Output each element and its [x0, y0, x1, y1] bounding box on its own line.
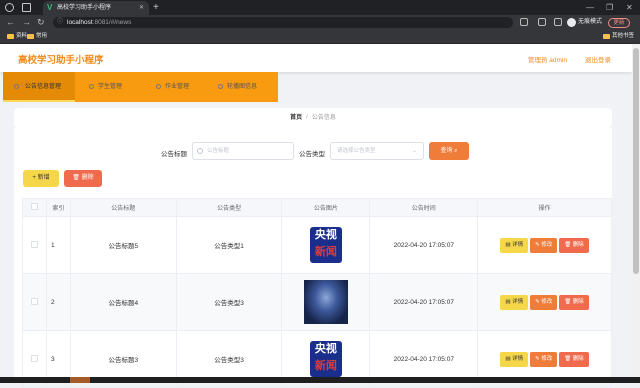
table-row: 1 公告标题5 公告类型1 央视 新闻 2022-04-20 17:05:07 ▤… — [22, 216, 612, 274]
cctv-news-logo-image: 央视 新闻 — [303, 337, 348, 381]
menu-item-notice[interactable]: 公告信息管理 — [3, 72, 75, 102]
vue-favicon-icon: V — [47, 3, 53, 12]
menu-dot-icon — [14, 84, 19, 89]
menu-dot-icon — [156, 84, 161, 89]
col-time: 公告时间 — [369, 198, 479, 217]
bookmark-folder-ziliao[interactable]: 资料 — [7, 30, 27, 43]
back-icon[interactable]: ← — [6, 15, 15, 30]
menu-dot-icon — [218, 84, 223, 89]
stage-photo-image — [303, 280, 348, 324]
row-type: 公告类型3 — [175, 273, 283, 331]
minimize-icon[interactable]: — — [586, 0, 594, 15]
maximize-icon[interactable]: ❐ — [606, 0, 613, 15]
menu-dot-icon — [89, 84, 94, 89]
menu-item-carousel[interactable]: 轮播图信息 — [218, 72, 257, 102]
query-button[interactable]: 查询 ⌕ — [429, 142, 469, 160]
incognito-label: 无痕模式 — [578, 19, 603, 25]
bookmark-star-icon[interactable] — [538, 18, 546, 26]
title-search-label: 公告标题 — [161, 151, 187, 158]
batch-delete-button[interactable]: 🗑 删除 — [64, 170, 102, 187]
type-select-label: 公告类型 — [299, 151, 325, 158]
row-type: 公告类型1 — [175, 216, 283, 274]
forward-icon[interactable]: → — [22, 15, 31, 30]
col-index: 索引 — [45, 198, 71, 217]
row-title: 公告标题4 — [69, 273, 177, 331]
admin-label: 管理员 admin — [528, 57, 568, 64]
browser-tab[interactable]: V 高校学习助手小程序 ✕ — [43, 1, 149, 15]
incognito-icon — [567, 18, 576, 27]
browser-tab-bar: V 高校学习助手小程序 ✕ + — ❐ ✕ — [0, 0, 640, 15]
row-index: 2 — [45, 273, 71, 331]
tab-close-icon[interactable]: ✕ — [139, 1, 144, 15]
search-icon: ⌕ — [454, 148, 458, 154]
key-icon[interactable] — [520, 18, 528, 26]
select-all-cell — [22, 198, 47, 217]
row-checkbox[interactable] — [30, 354, 38, 362]
row-time: 2022-04-20 17:05:07 — [369, 216, 479, 274]
window-close-icon[interactable]: ✕ — [626, 0, 633, 15]
bookmarks-bar: 资料 常用 其他书签 — [0, 30, 640, 44]
row-time: 2022-04-20 17:05:07 — [369, 273, 479, 331]
browser-icon[interactable] — [5, 3, 14, 12]
detail-button[interactable]: ▤ 详情 — [500, 351, 529, 367]
row-title: 公告标题5 — [69, 216, 177, 274]
url-input[interactable]: ⓘ localhost:8081/#/news — [53, 17, 513, 28]
detail-button[interactable]: ▤ 详情 — [500, 237, 529, 253]
app-header: 高校学习助手小程序 管理员 admin 退出登录 — [0, 44, 632, 72]
tab-list-icon[interactable] — [22, 3, 31, 12]
edit-button[interactable]: ✎ 修改 — [530, 237, 558, 253]
breadcrumb-current: 公告信息 — [311, 115, 336, 121]
col-type: 公告类型 — [175, 198, 283, 217]
delete-button[interactable]: 🗑 删除 — [559, 237, 589, 253]
folder-icon — [7, 34, 14, 39]
app-title: 高校学习助手小程序 — [18, 55, 104, 66]
page-scrollbar[interactable] — [632, 44, 640, 383]
search-icon — [197, 148, 203, 154]
other-bookmarks[interactable]: 其他书签 — [603, 30, 634, 43]
title-search-input[interactable]: 公告标题 — [192, 142, 294, 160]
detail-button[interactable]: ▤ 详情 — [500, 294, 529, 310]
chevron-down-icon: ⌄ — [411, 148, 417, 154]
update-button[interactable]: 更新 — [608, 18, 630, 28]
row-index: 1 — [45, 216, 71, 274]
menu-item-homework[interactable]: 作业管理 — [156, 72, 189, 102]
menu-item-students[interactable]: 学生管理 — [89, 72, 122, 102]
table-header-row: 索引 公告标题 公告类型 公告图片 公告时间 操作 — [22, 198, 612, 217]
os-taskbar — [0, 377, 640, 383]
logout-link[interactable]: 退出登录 — [585, 54, 611, 64]
folder-icon — [27, 34, 34, 39]
type-select[interactable]: 请选择公告类型 ⌄ — [330, 142, 424, 160]
tab-title: 高校学习助手小程序 — [57, 5, 112, 11]
incognito-indicator[interactable]: 无痕模式 — [567, 17, 602, 28]
table-row: 2 公告标题4 公告类型3 2022-04-20 17:05:07 ▤ 详情 ✎ … — [22, 273, 612, 331]
reload-icon[interactable]: ↻ — [37, 15, 45, 30]
new-tab-icon[interactable]: + — [153, 1, 159, 14]
col-image: 公告图片 — [281, 198, 371, 217]
breadcrumb-home[interactable]: 首页 — [290, 115, 302, 121]
delete-button[interactable]: 🗑 删除 — [559, 351, 589, 367]
notice-table: 索引 公告标题 公告类型 公告图片 公告时间 操作 1 公告标题5 公告类型1 … — [22, 198, 612, 388]
select-all-checkbox[interactable] — [30, 203, 38, 210]
add-button[interactable]: + 新增 — [23, 170, 59, 187]
address-bar-row: ← → ↻ ⓘ localhost:8081/#/news 无痕模式 更新 — [0, 15, 640, 30]
site-info-icon[interactable]: ⓘ — [57, 17, 63, 28]
row-checkbox[interactable] — [30, 240, 38, 248]
edit-button[interactable]: ✎ 修改 — [530, 294, 558, 310]
sidepanel-icon[interactable] — [554, 18, 562, 26]
col-ops: 操作 — [477, 198, 612, 217]
delete-button[interactable]: 🗑 删除 — [559, 294, 589, 310]
trash-icon: 🗑 — [72, 175, 80, 181]
url-path: :8081/#/news — [92, 19, 132, 26]
row-checkbox[interactable] — [30, 297, 38, 305]
bookmark-folder-changyong[interactable]: 常用 — [27, 30, 47, 43]
taskbar-app-button[interactable] — [70, 377, 90, 383]
url-host: localhost — [67, 19, 93, 26]
breadcrumb: 首页 / 公告信息 — [14, 108, 612, 128]
cctv-news-logo-image: 央视 新闻 — [303, 223, 348, 267]
col-title: 公告标题 — [69, 198, 177, 217]
folder-icon — [603, 34, 610, 39]
scrollbar-thumb[interactable] — [633, 48, 639, 274]
top-menu: 公告信息管理 学生管理 作业管理 轮播图信息 — [3, 72, 278, 102]
edit-button[interactable]: ✎ 修改 — [530, 351, 558, 367]
